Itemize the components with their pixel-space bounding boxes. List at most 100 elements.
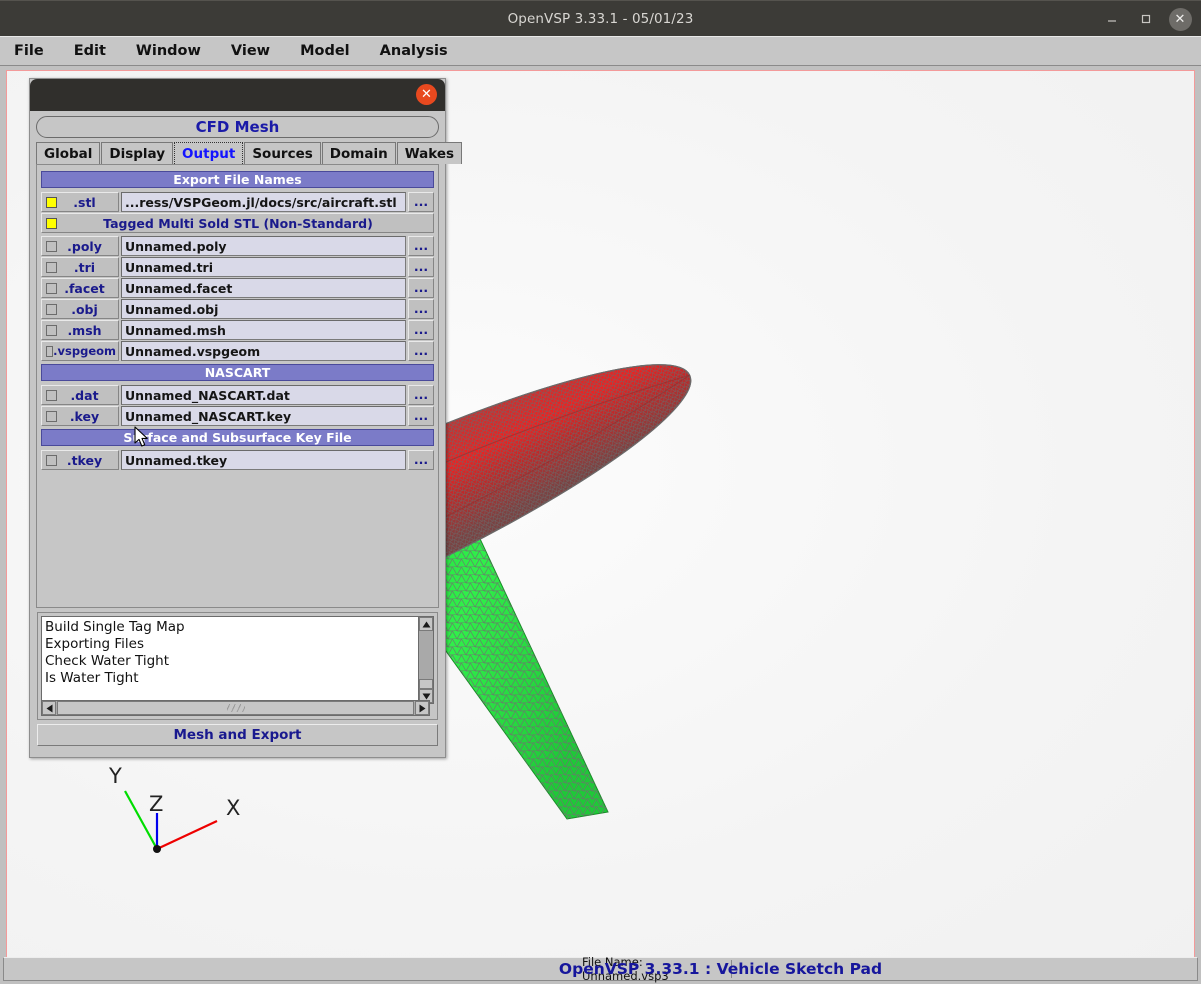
- export-row-facet: .facet Unnamed.facet ...: [41, 278, 434, 298]
- scroll-thumb-vertical[interactable]: [419, 679, 433, 689]
- scroll-grip-icon: [226, 704, 245, 712]
- axis-label-y: Y: [108, 764, 122, 788]
- tab-sources[interactable]: Sources: [244, 142, 321, 164]
- browse-button-stl[interactable]: ...: [408, 192, 434, 212]
- scroll-up-icon[interactable]: [419, 617, 433, 631]
- dialog-close-icon[interactable]: ✕: [416, 84, 437, 105]
- log-console-wrapper: Build Single Tag Map Exporting Files Che…: [37, 612, 438, 720]
- checkbox-msh[interactable]: .msh: [41, 320, 119, 340]
- path-input-key[interactable]: Unnamed_NASCART.key: [121, 406, 406, 426]
- browse-button-facet[interactable]: ...: [408, 278, 434, 298]
- browse-button-obj[interactable]: ...: [408, 299, 434, 319]
- section-header-nascart: NASCART: [41, 364, 434, 381]
- close-glyph: ✕: [1168, 7, 1192, 31]
- checkbox-stl[interactable]: .stl: [41, 192, 119, 212]
- checkbox-key[interactable]: .key: [41, 406, 119, 426]
- checkbox-obj-box: [46, 303, 57, 315]
- checkbox-tri[interactable]: .tri: [41, 257, 119, 277]
- log-console[interactable]: Build Single Tag Map Exporting Files Che…: [41, 616, 430, 704]
- axis-origin-dot: [153, 845, 161, 853]
- log-vertical-scrollbar[interactable]: [418, 616, 434, 704]
- tab-domain[interactable]: Domain: [321, 142, 396, 164]
- checkbox-dat-box: [46, 389, 57, 401]
- menu-item-model[interactable]: Model: [298, 43, 364, 59]
- mesh-and-export-button[interactable]: Mesh and Export: [37, 724, 438, 746]
- path-input-tkey[interactable]: Unnamed.tkey: [121, 450, 406, 470]
- scroll-thumb-horizontal[interactable]: [57, 701, 414, 715]
- checkbox-obj[interactable]: .obj: [41, 299, 119, 319]
- menu-bar: File Edit Window View Model Analysis: [0, 36, 1201, 66]
- menu-item-window[interactable]: Window: [134, 43, 215, 59]
- checkbox-vspgeom[interactable]: .vspgeom: [41, 341, 119, 361]
- menu-item-view[interactable]: View: [229, 43, 284, 59]
- menu-item-file[interactable]: File: [12, 43, 58, 59]
- axis-triad: Y Z X: [108, 764, 240, 853]
- status-brand-label: OpenVSP 3.33.1 : Vehicle Sketch Pad: [558, 960, 883, 978]
- tab-output[interactable]: Output: [174, 142, 244, 164]
- checkbox-tkey[interactable]: .tkey: [41, 450, 119, 470]
- checkbox-obj-label: .obj: [71, 301, 98, 317]
- log-line: Exporting Files: [45, 636, 144, 652]
- browse-button-tri[interactable]: ...: [408, 257, 434, 277]
- log-line: Is Water Tight: [45, 670, 139, 686]
- menu-item-edit[interactable]: Edit: [72, 43, 120, 59]
- minimize-icon[interactable]: [1095, 4, 1129, 34]
- log-line: Check Water Tight: [45, 653, 170, 669]
- dialog-titlebar: ✕: [30, 79, 445, 111]
- checkbox-key-label: .key: [69, 408, 100, 424]
- browse-button-tkey[interactable]: ...: [408, 450, 434, 470]
- path-input-dat[interactable]: Unnamed_NASCART.dat: [121, 385, 406, 405]
- path-input-stl[interactable]: ...ress/VSPGeom.jl/docs/src/aircraft.stl: [121, 192, 406, 212]
- log-horizontal-scrollbar[interactable]: [41, 700, 430, 716]
- close-icon[interactable]: ✕: [1163, 4, 1197, 34]
- browse-button-msh[interactable]: ...: [408, 320, 434, 340]
- scroll-left-icon[interactable]: [42, 701, 56, 715]
- checkbox-key-box: [46, 410, 57, 422]
- browse-button-key[interactable]: ...: [408, 406, 434, 426]
- section-header-surface-key-file: Surface and Subsurface Key File: [41, 429, 434, 446]
- menu-item-analysis[interactable]: Analysis: [378, 43, 462, 59]
- dialog-title: CFD Mesh: [195, 118, 280, 136]
- status-bar: File Name: Unnamed.vsp3 OpenVSP 3.33.1 :…: [3, 955, 1198, 983]
- checkbox-tri-box: [46, 261, 57, 273]
- checkbox-vspgeom-box: [46, 345, 54, 357]
- tab-global[interactable]: Global: [36, 142, 101, 164]
- section-label-export-file-names: Export File Names: [173, 172, 302, 187]
- checkbox-dat-label: .dat: [70, 387, 99, 403]
- checkbox-dat[interactable]: .dat: [41, 385, 119, 405]
- path-input-vspgeom[interactable]: Unnamed.vspgeom: [121, 341, 406, 361]
- path-input-tri[interactable]: Unnamed.tri: [121, 257, 406, 277]
- section-label-surface-key-file: Surface and Subsurface Key File: [123, 430, 352, 445]
- tab-display[interactable]: Display: [101, 142, 174, 164]
- export-row-stl: .stl ...ress/VSPGeom.jl/docs/src/aircraf…: [41, 192, 434, 212]
- scroll-right-icon[interactable]: [415, 701, 429, 715]
- browse-button-vspgeom[interactable]: ...: [408, 341, 434, 361]
- checkbox-stl-label: .stl: [73, 194, 96, 210]
- path-input-obj[interactable]: Unnamed.obj: [121, 299, 406, 319]
- path-input-facet[interactable]: Unnamed.facet: [121, 278, 406, 298]
- export-row-vspgeom: .vspgeom Unnamed.vspgeom ...: [41, 341, 434, 361]
- dialog-tabs: Global Display Output Sources Domain Wak…: [36, 141, 463, 164]
- checkbox-tri-label: .tri: [73, 259, 96, 275]
- checkbox-tkey-label: .tkey: [66, 452, 103, 468]
- checkbox-facet[interactable]: .facet: [41, 278, 119, 298]
- checkbox-vspgeom-label: .vspgeom: [53, 344, 116, 358]
- checkbox-tagged-multi-solid-stl[interactable]: Tagged Multi Sold STL (Non-Standard): [41, 213, 434, 447]
- window-titlebar: OpenVSP 3.33.1 - 05/01/23 ✕: [0, 0, 1201, 36]
- path-input-msh[interactable]: Unnamed.msh: [121, 320, 406, 340]
- browse-button-dat[interactable]: ...: [408, 385, 434, 405]
- section-label-nascart: NASCART: [204, 365, 271, 380]
- maximize-icon[interactable]: [1129, 4, 1163, 34]
- nascart-row-key: .key Unnamed_NASCART.key ...: [41, 406, 434, 426]
- checkbox-poly[interactable]: .poly: [41, 236, 119, 256]
- section-header-export-file-names: Export File Names: [41, 171, 434, 188]
- path-input-poly[interactable]: Unnamed.poly: [121, 236, 406, 256]
- checkbox-msh-label: .msh: [67, 322, 102, 338]
- tab-wakes[interactable]: Wakes: [396, 142, 463, 164]
- checkbox-tagged-multi-solid-box: [46, 217, 57, 229]
- window-title: OpenVSP 3.33.1 - 05/01/23: [507, 10, 694, 27]
- export-row-obj: .obj Unnamed.obj ...: [41, 299, 434, 319]
- axis-label-x: X: [226, 796, 240, 820]
- browse-button-poly[interactable]: ...: [408, 236, 434, 256]
- app-root: OpenVSP 3.33.1 - 05/01/23 ✕ File Edit Wi…: [0, 0, 1201, 984]
